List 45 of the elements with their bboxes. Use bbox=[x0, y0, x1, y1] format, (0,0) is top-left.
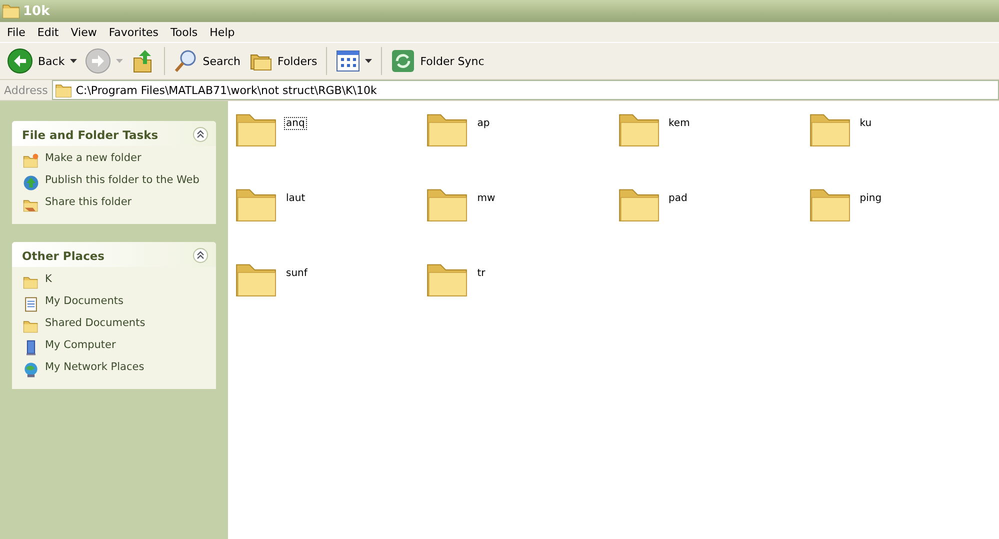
task-link[interactable]: Publish this folder to the Web bbox=[45, 174, 200, 187]
folder-name[interactable]: kem bbox=[666, 117, 692, 130]
folder-name[interactable]: sunf bbox=[284, 267, 310, 280]
web-icon bbox=[22, 174, 40, 192]
folder-icon bbox=[54, 82, 72, 98]
grid-view-icon bbox=[336, 50, 360, 72]
dropdown-caret-icon bbox=[70, 59, 77, 63]
task-link[interactable]: Share this folder bbox=[45, 196, 132, 209]
folder-icon bbox=[2, 3, 20, 19]
task-link[interactable]: Shared Documents bbox=[45, 317, 146, 330]
task-link[interactable]: Make a new folder bbox=[45, 152, 142, 165]
back-button[interactable]: Back bbox=[4, 46, 80, 76]
docs-icon bbox=[22, 295, 40, 313]
dropdown-caret-icon bbox=[116, 59, 123, 63]
menu-item[interactable]: Favorites bbox=[104, 24, 164, 40]
task-link[interactable]: My Network Places bbox=[45, 361, 144, 374]
folder-name[interactable]: mw bbox=[475, 192, 498, 205]
folders-button[interactable]: Folders bbox=[246, 47, 320, 75]
dropdown-caret-icon bbox=[365, 59, 372, 63]
panel-header[interactable]: Other Places bbox=[12, 242, 216, 267]
task-link[interactable]: K bbox=[45, 273, 52, 286]
menu-item[interactable]: Tools bbox=[166, 24, 203, 40]
address-label: Address bbox=[3, 84, 49, 96]
magnifier-icon bbox=[174, 49, 198, 73]
menu-item[interactable]: File bbox=[2, 24, 30, 40]
panel-header[interactable]: File and Folder Tasks bbox=[12, 121, 216, 146]
window-title: 10k bbox=[23, 4, 50, 18]
folder-name[interactable]: tr bbox=[475, 267, 488, 280]
network-icon bbox=[22, 361, 40, 379]
folder-name[interactable]: laut bbox=[284, 192, 308, 205]
search-button[interactable]: Search bbox=[170, 47, 244, 75]
newfolder-icon bbox=[22, 152, 40, 170]
folder-name[interactable]: ku bbox=[858, 117, 874, 130]
folder-name[interactable]: pad bbox=[666, 192, 690, 205]
sync-arrows-icon bbox=[391, 49, 416, 73]
address-field[interactable]: C:\Program Files\MATLAB71\work\not struct\RGB\K\10k bbox=[52, 80, 999, 100]
menu-item[interactable]: View bbox=[66, 24, 102, 40]
folder-name[interactable]: ap bbox=[475, 117, 492, 130]
menu-item[interactable]: Help bbox=[204, 24, 240, 40]
folder-name[interactable]: ping bbox=[858, 192, 884, 205]
folder-sync-button[interactable]: Folder Sync bbox=[388, 47, 488, 75]
task-link[interactable]: My Documents bbox=[45, 295, 124, 308]
task-link[interactable]: My Computer bbox=[45, 339, 116, 352]
folder-name[interactable]: anq bbox=[284, 117, 307, 130]
menu-item[interactable]: Edit bbox=[32, 24, 64, 40]
